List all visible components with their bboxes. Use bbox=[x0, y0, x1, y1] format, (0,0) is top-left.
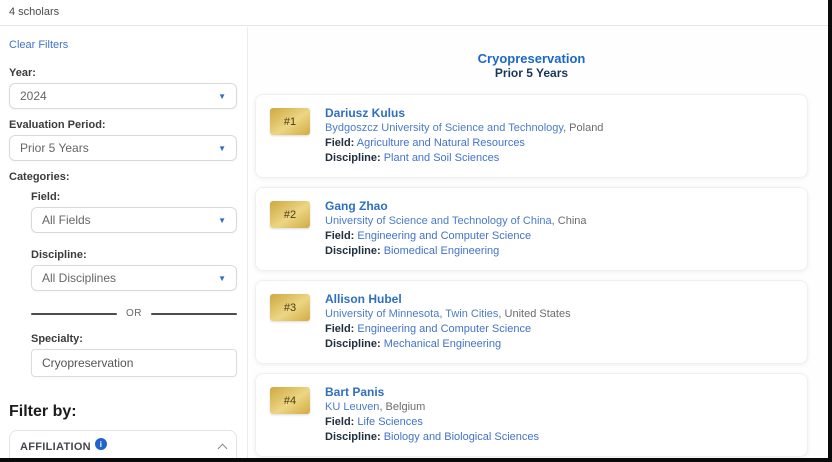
results-count-bar: 4 scholars bbox=[0, 0, 828, 26]
discipline-select-value: All Disciplines bbox=[42, 271, 116, 285]
field-key: Field: bbox=[325, 230, 354, 242]
discipline-link[interactable]: Biomedical Engineering bbox=[384, 245, 500, 257]
country-text: , Belgium bbox=[379, 401, 425, 413]
scholar-name-link[interactable]: Dariusz Kulus bbox=[325, 106, 603, 121]
scholar-list: #1 Dariusz Kulus Bydgoszcz University of… bbox=[255, 94, 808, 457]
university-link[interactable]: University of Minnesota, Twin Cities bbox=[325, 308, 498, 320]
field-select[interactable]: All Fields ▼ bbox=[31, 207, 237, 233]
field-link[interactable]: Engineering and Computer Science bbox=[357, 323, 531, 335]
scholar-card: #4 Bart Panis KU Leuven, Belgium Field: … bbox=[255, 373, 808, 457]
year-select[interactable]: 2024 ▼ bbox=[9, 83, 237, 109]
categories-label: Categories: bbox=[9, 171, 237, 183]
discipline-select[interactable]: All Disciplines ▼ bbox=[31, 265, 237, 291]
scholar-affiliation-line: KU Leuven, Belgium bbox=[325, 400, 539, 415]
info-icon[interactable]: i bbox=[95, 438, 107, 450]
scholar-discipline-line: Discipline: Biology and Biological Scien… bbox=[325, 430, 539, 445]
rank-badge: #4 bbox=[270, 387, 310, 414]
app-window: 4 scholars Clear Filters Year: 2024 ▼ Ev… bbox=[0, 0, 832, 462]
scholar-field-line: Field: Life Sciences bbox=[325, 415, 539, 430]
scholar-discipline-line: Discipline: Plant and Soil Sciences bbox=[325, 151, 603, 166]
discipline-link[interactable]: Biology and Biological Sciences bbox=[384, 431, 539, 443]
clear-filters-link[interactable]: Clear Filters bbox=[9, 39, 68, 51]
scholar-info: Gang Zhao University of Science and Tech… bbox=[325, 199, 587, 259]
rank-badge: #1 bbox=[270, 108, 310, 135]
year-label: Year: bbox=[9, 67, 237, 79]
discipline-key: Discipline: bbox=[325, 152, 381, 164]
university-link[interactable]: KU Leuven bbox=[325, 401, 379, 413]
field-key: Field: bbox=[325, 323, 354, 335]
scholar-discipline-line: Discipline: Biomedical Engineering bbox=[325, 244, 587, 259]
scholar-affiliation-line: University of Science and Technology of … bbox=[325, 214, 587, 229]
field-select-value: All Fields bbox=[42, 213, 91, 227]
discipline-key: Discipline: bbox=[325, 245, 381, 257]
chevron-down-icon: ▼ bbox=[218, 216, 226, 225]
university-link[interactable]: University of Science and Technology of … bbox=[325, 215, 552, 227]
year-select-value: 2024 bbox=[20, 89, 47, 103]
scholar-field-line: Field: Agriculture and Natural Resources bbox=[325, 136, 603, 151]
university-link[interactable]: Bydgoszcz University of Science and Tech… bbox=[325, 122, 563, 134]
scholar-info: Allison Hubel University of Minnesota, T… bbox=[325, 292, 571, 352]
results-title: Cryopreservation bbox=[255, 51, 808, 66]
scholar-discipline-line: Discipline: Mechanical Engineering bbox=[325, 337, 571, 352]
country-text: , Poland bbox=[563, 122, 603, 134]
results-subtitle: Prior 5 Years bbox=[255, 66, 808, 80]
country-text: , China bbox=[552, 215, 587, 227]
evaluation-period-label: Evaluation Period: bbox=[9, 119, 237, 131]
scholar-info: Bart Panis KU Leuven, Belgium Field: Lif… bbox=[325, 385, 539, 445]
scholar-card: #3 Allison Hubel University of Minnesota… bbox=[255, 280, 808, 364]
discipline-key: Discipline: bbox=[325, 431, 381, 443]
or-divider: OR bbox=[31, 308, 237, 319]
scholar-card: #2 Gang Zhao University of Science and T… bbox=[255, 187, 808, 271]
scholar-field-line: Field: Engineering and Computer Science bbox=[325, 229, 587, 244]
filter-sidebar: Clear Filters Year: 2024 ▼ Evaluation Pe… bbox=[0, 27, 248, 458]
results-title-block: Cryopreservation Prior 5 Years bbox=[255, 51, 808, 80]
evaluation-period-select-value: Prior 5 Years bbox=[20, 141, 89, 155]
specialty-label: Specialty: bbox=[31, 333, 237, 345]
scholars-count: 4 scholars bbox=[9, 6, 59, 18]
filter-by-heading: Filter by: bbox=[9, 403, 237, 421]
chevron-down-icon: ▼ bbox=[218, 274, 226, 283]
results-panel: Cryopreservation Prior 5 Years #1 Darius… bbox=[249, 27, 828, 458]
chevron-down-icon: ▼ bbox=[218, 144, 226, 153]
scholar-field-line: Field: Engineering and Computer Science bbox=[325, 322, 571, 337]
affiliation-facet-header[interactable]: AFFILIATION i bbox=[20, 441, 226, 453]
field-label: Field: bbox=[31, 191, 237, 203]
scholar-name-link[interactable]: Gang Zhao bbox=[325, 199, 587, 214]
rank-badge: #3 bbox=[270, 294, 310, 321]
discipline-key: Discipline: bbox=[325, 338, 381, 350]
chevron-up-icon[interactable] bbox=[218, 444, 228, 454]
discipline-link[interactable]: Mechanical Engineering bbox=[384, 338, 501, 350]
field-link[interactable]: Life Sciences bbox=[357, 416, 422, 428]
scholar-affiliation-line: Bydgoszcz University of Science and Tech… bbox=[325, 121, 603, 136]
country-text: , United States bbox=[498, 308, 570, 320]
field-link[interactable]: Agriculture and Natural Resources bbox=[357, 137, 525, 149]
rank-badge: #2 bbox=[270, 201, 310, 228]
chevron-down-icon: ▼ bbox=[218, 92, 226, 101]
field-key: Field: bbox=[325, 137, 354, 149]
or-divider-label: OR bbox=[126, 308, 142, 319]
evaluation-period-select[interactable]: Prior 5 Years ▼ bbox=[9, 135, 237, 161]
affiliation-facet: AFFILIATION i Bydgoszcz University of Sc… bbox=[9, 430, 237, 458]
scholar-card: #1 Dariusz Kulus Bydgoszcz University of… bbox=[255, 94, 808, 178]
scholar-name-link[interactable]: Bart Panis bbox=[325, 385, 539, 400]
discipline-label: Discipline: bbox=[31, 249, 237, 261]
field-key: Field: bbox=[325, 416, 354, 428]
specialty-input[interactable] bbox=[31, 349, 237, 377]
discipline-link[interactable]: Plant and Soil Sciences bbox=[384, 152, 500, 164]
scholar-name-link[interactable]: Allison Hubel bbox=[325, 292, 571, 307]
field-link[interactable]: Engineering and Computer Science bbox=[357, 230, 531, 242]
scholar-affiliation-line: University of Minnesota, Twin Cities, Un… bbox=[325, 307, 571, 322]
affiliation-facet-title: AFFILIATION bbox=[20, 441, 91, 453]
scholar-info: Dariusz Kulus Bydgoszcz University of Sc… bbox=[325, 106, 603, 166]
